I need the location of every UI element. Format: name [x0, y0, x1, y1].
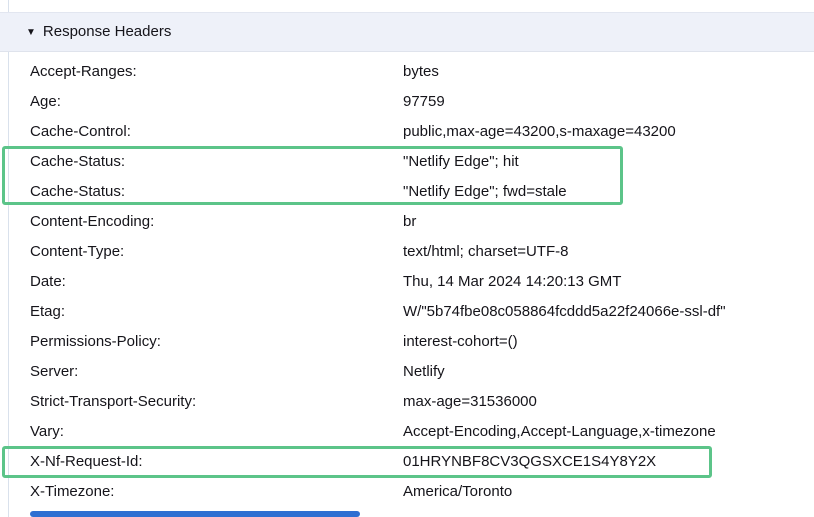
header-name: Etag: [30, 303, 66, 320]
header-name: X-Nf-Request-Id: [30, 453, 143, 470]
headers-list: Accept-Ranges: bytes Age: 97759 Cache-Contro… [0, 57, 814, 507]
header-name: Date: [30, 273, 66, 290]
collapse-triangle-icon: ▼ [26, 27, 36, 38]
header-name: Cache-Control: [30, 123, 131, 140]
header-name: Content-Type: [30, 243, 125, 260]
header-row: Age: 97759 [0, 87, 814, 117]
header-name: Content-Encoding: [30, 213, 155, 230]
horizontal-scrollbar-thumb[interactable] [30, 511, 360, 517]
header-name: Server: [30, 363, 79, 380]
header-name: Permissions-Policy: [30, 333, 161, 350]
header-value: max-age=31536000 [403, 393, 537, 410]
header-value: text/html; charset=UTF-8 [403, 243, 569, 260]
header-row: Strict-Transport-Security: max-age=315360… [0, 387, 814, 417]
header-row: Content-Type: text/html; charset=UTF-8 [0, 237, 814, 267]
header-value: Thu, 14 Mar 2024 14:20:13 GMT [403, 273, 622, 290]
header-name: Vary: [30, 423, 64, 440]
header-value: 01HRYNBF8CV3QGSXCE1S4Y8Y2X [403, 453, 657, 470]
header-row: Etag: W/"5b74fbe08c058864fcddd5a22f24066e… [0, 297, 814, 327]
header-value: W/"5b74fbe08c058864fcddd5a22f24066e-ssl-… [403, 303, 726, 320]
header-name: Cache-Status: [30, 183, 126, 200]
header-value: "Netlify Edge"; fwd=stale [403, 183, 567, 200]
header-value: 97759 [403, 93, 445, 110]
header-row: Server: Netlify [0, 357, 814, 387]
header-name: X-Timezone: [30, 483, 115, 500]
header-value: public,max-age=43200,s-maxage=43200 [403, 123, 676, 140]
header-value: Netlify [403, 363, 445, 380]
header-value: bytes [403, 63, 439, 80]
header-name: Strict-Transport-Security: [30, 393, 197, 410]
header-value: br [403, 213, 417, 230]
header-row: X-Nf-Request-Id: 01HRYNBF8CV3QGSXCE1S4Y8Y… [0, 447, 814, 477]
header-row: Permissions-Policy: interest-cohort=() [0, 327, 814, 357]
header-row: Date: Thu, 14 Mar 2024 14:20:13 GMT [0, 267, 814, 297]
header-row: Cache-Status: "Netlify Edge"; fwd=stale [0, 177, 814, 207]
header-name: Age: [30, 93, 61, 110]
header-value: Accept-Encoding,Accept-Language,x-timezo… [403, 423, 716, 440]
header-row: Accept-Ranges: bytes [0, 57, 814, 87]
section-title: Response Headers [42, 23, 172, 40]
header-value: America/Toronto [403, 483, 513, 500]
header-row: Cache-Status: "Netlify Edge"; hit [0, 147, 814, 177]
header-row: X-Timezone: America/Toronto [0, 477, 814, 507]
header-value: "Netlify Edge"; hit [403, 153, 519, 170]
header-value: interest-cohort=() [403, 333, 518, 350]
section-header-response-headers[interactable]: ▼ Response Headers [0, 12, 814, 52]
header-name: Accept-Ranges: [30, 63, 137, 80]
header-row: Vary: Accept-Encoding,Accept-Language,x-t… [0, 417, 814, 447]
header-row: Content-Encoding: br [0, 207, 814, 237]
header-row: Cache-Control: public,max-age=43200,s-max… [0, 117, 814, 147]
header-name: Cache-Status: [30, 153, 126, 170]
